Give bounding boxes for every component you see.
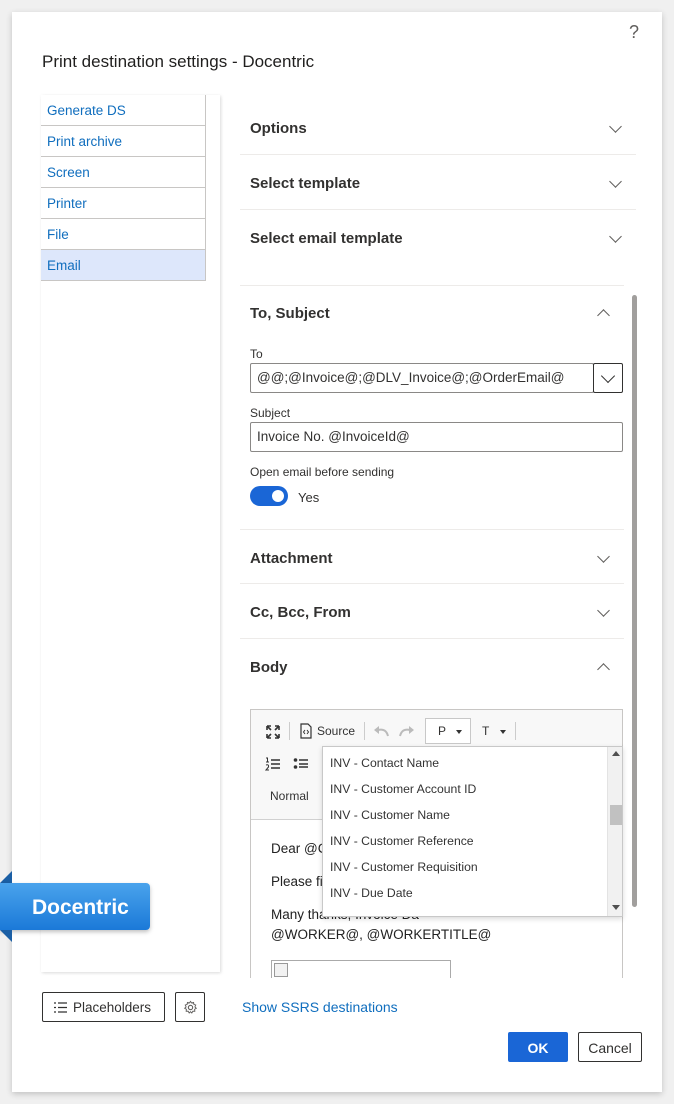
placeholders-button[interactable]: Placeholders xyxy=(42,992,165,1022)
toggle-knob xyxy=(272,490,284,502)
gear-icon xyxy=(183,1000,198,1014)
bulleted-list-icon[interactable] xyxy=(293,757,309,771)
section-select-template-label: Select template xyxy=(250,175,361,192)
placeholder-option[interactable]: INV - Contact Name xyxy=(330,756,439,770)
placeholder-option[interactable]: INV - Customer Name xyxy=(330,808,450,822)
to-dropdown-button[interactable] xyxy=(593,363,623,393)
section-cc-bcc-from[interactable]: Cc, Bcc, From xyxy=(240,584,624,639)
toolbar-separator xyxy=(289,722,290,740)
chevron-down-icon xyxy=(597,550,610,563)
ribbon-fold xyxy=(0,871,12,883)
source-button[interactable]: Source xyxy=(317,724,355,738)
open-email-toggle[interactable] xyxy=(250,486,288,506)
undo-icon[interactable] xyxy=(373,725,389,737)
nav-item-file[interactable]: File xyxy=(41,219,206,250)
to-input[interactable]: @@;@Invoice@;@DLV_Invoice@;@OrderEmail@ xyxy=(250,363,594,393)
section-select-template[interactable]: Select template xyxy=(240,155,636,210)
paragraph-format-value: P xyxy=(438,724,447,738)
broken-image-icon xyxy=(274,963,288,977)
cancel-button[interactable]: Cancel xyxy=(578,1032,642,1062)
chevron-down-icon xyxy=(609,230,622,243)
section-select-email-template-label: Select email template xyxy=(250,230,403,247)
section-select-email-template[interactable]: Select email template xyxy=(240,210,636,265)
nav-item-print-archive[interactable]: Print archive xyxy=(41,126,206,157)
placeholders-label: Placeholders xyxy=(73,1000,152,1015)
chevron-up-icon xyxy=(597,663,610,676)
scroll-up-icon[interactable] xyxy=(612,751,620,756)
image-placeholder[interactable] xyxy=(271,960,451,978)
maximize-icon[interactable] xyxy=(265,724,281,740)
dialog-title: Print destination settings - Docentric xyxy=(42,52,315,71)
section-body-label: Body xyxy=(250,659,288,676)
body-editor: Source P T Normal Dear @C Please fi Many… xyxy=(250,709,623,978)
chevron-up-icon xyxy=(597,309,610,322)
nav-item-printer[interactable]: Printer xyxy=(41,188,206,219)
open-email-value: Yes xyxy=(298,490,320,505)
docentric-logo: Docentric xyxy=(0,883,150,930)
panel-scrollbar[interactable] xyxy=(632,295,637,907)
section-attachment[interactable]: Attachment xyxy=(240,529,624,584)
chevron-down-icon xyxy=(609,120,622,133)
section-to-subject[interactable]: To, Subject xyxy=(240,285,624,340)
nav-item-screen[interactable]: Screen xyxy=(41,157,206,188)
source-icon[interactable] xyxy=(299,723,313,739)
section-to-subject-label: To, Subject xyxy=(250,305,330,322)
section-body[interactable]: Body xyxy=(240,639,624,694)
toolbar-separator xyxy=(364,722,365,740)
caret-down-icon xyxy=(500,730,506,734)
open-email-label: Open email before sending xyxy=(250,465,395,479)
body-line-signature[interactable]: @WORKER@, @WORKERTITLE@ xyxy=(271,927,491,942)
chevron-down-icon xyxy=(609,175,622,188)
list-icon xyxy=(54,1002,67,1013)
section-cc-bcc-from-label: Cc, Bcc, From xyxy=(250,604,351,621)
scroll-down-icon[interactable] xyxy=(612,905,620,910)
chevron-down-icon xyxy=(597,604,610,617)
settings-panel: Options Select template Select email tem… xyxy=(240,95,640,978)
show-ssrs-link[interactable]: Show SSRS destinations xyxy=(242,999,398,1015)
destination-nav: Generate DS Print archive Screen Printer… xyxy=(41,95,220,972)
docentric-badge: Docentric xyxy=(0,871,151,942)
font-select[interactable]: T xyxy=(482,724,489,738)
body-line-greeting[interactable]: Dear @C xyxy=(271,841,327,856)
chevron-down-icon xyxy=(600,368,616,384)
nav-item-generate-ds[interactable]: Generate DS xyxy=(41,95,206,126)
section-options[interactable]: Options xyxy=(240,100,636,155)
placeholder-option[interactable]: INV - Customer Requisition xyxy=(330,860,478,874)
to-label: To xyxy=(250,347,263,361)
placeholder-option[interactable]: INV - Customer Account ID xyxy=(330,782,476,796)
scrollbar-thumb[interactable] xyxy=(610,805,622,825)
redo-icon[interactable] xyxy=(399,725,415,737)
placeholder-option[interactable]: INV - Due Date xyxy=(330,886,413,900)
style-select[interactable]: Normal xyxy=(270,789,309,803)
body-line-please[interactable]: Please fi xyxy=(271,874,323,889)
placeholder-option[interactable]: INV - Customer Reference xyxy=(330,834,474,848)
ribbon-fold xyxy=(0,930,12,942)
paragraph-format-select[interactable]: P xyxy=(425,718,471,744)
dropdown-scrollbar[interactable] xyxy=(607,747,622,916)
caret-down-icon xyxy=(456,730,462,734)
settings-button[interactable] xyxy=(175,992,205,1022)
ok-button[interactable]: OK xyxy=(508,1032,568,1062)
numbered-list-icon[interactable] xyxy=(265,757,281,771)
placeholder-dropdown[interactable]: INV - Contact Name INV - Customer Accoun… xyxy=(322,746,623,917)
nav-item-email[interactable]: Email xyxy=(41,250,206,281)
help-icon[interactable]: ? xyxy=(629,22,639,43)
section-attachment-label: Attachment xyxy=(250,550,333,567)
toolbar-separator xyxy=(515,722,516,740)
subject-label: Subject xyxy=(250,406,291,420)
subject-input[interactable]: Invoice No. @InvoiceId@ xyxy=(250,422,623,452)
section-options-label: Options xyxy=(250,120,307,137)
